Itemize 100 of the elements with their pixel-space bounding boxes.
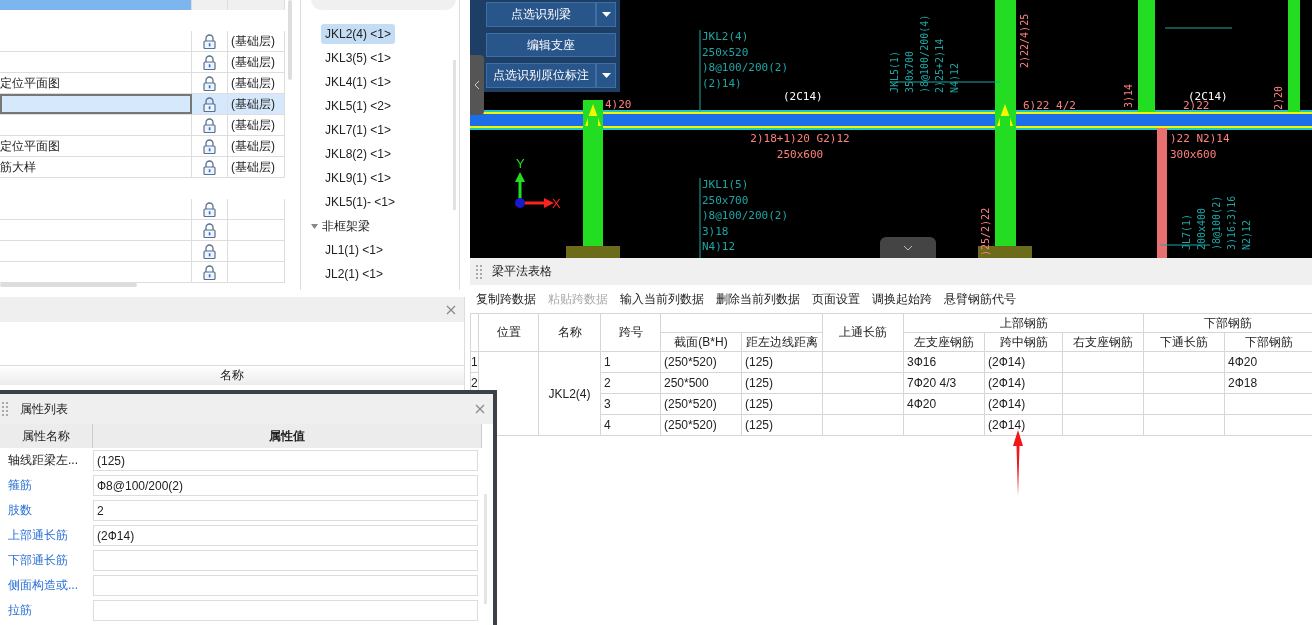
column-header: 位置 [478, 313, 539, 352]
beam-annotation: JKL2(4) 250x520 )8@100/200(2) (2)14) [702, 30, 789, 90]
lock-icon[interactable] [203, 117, 216, 133]
floor-label: (基础层) [231, 116, 275, 134]
table-row[interactable]: 筋大样 (基础层) [0, 157, 285, 178]
grip-icon[interactable] [476, 264, 482, 279]
table-row[interactable]: (基础层) [0, 52, 285, 73]
property-link[interactable]: 箍筋 [0, 477, 93, 494]
tool-button[interactable]: 点选识别梁 [486, 2, 596, 27]
tree-item[interactable]: JKL9(1) <1> [321, 168, 396, 188]
scrollbar[interactable] [0, 283, 137, 287]
tree-item[interactable]: JKL8(2) <1> [321, 144, 396, 164]
axis-icon [515, 172, 554, 208]
tool-button[interactable]: 点选识别原位标注 [486, 63, 596, 88]
toolbar-button[interactable]: 页面设置 [812, 290, 860, 308]
panel-title: 梁平法表格 [492, 263, 552, 280]
table-cell: (2Ф14) [984, 414, 1063, 436]
tool-button[interactable]: 编辑支座 [486, 32, 616, 58]
table-cell: (125) [741, 372, 823, 394]
toolbar-button[interactable]: 悬臂钢筋代号 [944, 290, 1016, 308]
tree-item[interactable]: JKL5(1)- <1> [321, 192, 400, 212]
toolbar-button[interactable]: 输入当前列数据 [620, 290, 704, 308]
lock-icon[interactable] [203, 54, 216, 70]
tree-item[interactable]: JKL2(4) <1> [321, 24, 396, 44]
lock-icon[interactable] [203, 75, 216, 91]
table-cell: (2Ф14) [984, 372, 1063, 394]
table-row[interactable]: 定位平面图 (基础层) [0, 73, 285, 94]
value-field[interactable] [93, 550, 478, 571]
beam-annotation: )22 N2)14 300x600 [1170, 132, 1230, 161]
table-cell: (125) [741, 393, 823, 415]
column-group-header: 上部钢筋 [903, 313, 1144, 333]
tree-item[interactable]: JKL5(1) <2> [321, 96, 396, 116]
lock-icon[interactable] [203, 222, 216, 238]
table-cell: 4Ф20 [903, 393, 985, 415]
axis-label: X [552, 196, 561, 211]
lock-icon[interactable] [203, 96, 216, 112]
value-field[interactable] [93, 600, 478, 621]
tree-group[interactable]: 非框架梁 [307, 214, 374, 238]
property-link[interactable]: 上部通长筋 [0, 527, 93, 544]
expand-icon[interactable] [311, 223, 318, 229]
property-link[interactable]: 下部通长筋 [0, 552, 93, 569]
row-header [470, 313, 479, 352]
axis-label: Y [516, 156, 525, 171]
table-row[interactable]: 定位平面图 (基础层) [0, 136, 285, 157]
caret-icon [601, 11, 611, 17]
table-cell: (250*520) [660, 351, 742, 373]
floor-label: (基础层) [231, 74, 275, 92]
table-row[interactable]: (基础层) [0, 31, 285, 52]
table-row[interactable]: (基础层) [0, 115, 285, 136]
value-field[interactable]: (125) [93, 450, 478, 471]
lock-icon[interactable] [203, 243, 216, 259]
table-cell: 250*500 [660, 372, 742, 394]
beam-annotation: 3)14 [1123, 83, 1134, 108]
value-field[interactable]: 2 [93, 500, 478, 521]
drawing-name: 定位平面图 [0, 137, 60, 155]
column-header: 属性值 [93, 424, 482, 448]
property-link[interactable]: 侧面构造或... [0, 577, 93, 594]
lock-icon[interactable] [203, 138, 216, 154]
tree-item[interactable]: JKL4(1) <1> [321, 72, 396, 92]
close-icon[interactable] [446, 304, 456, 315]
table-cell: JKL2(4) [538, 351, 601, 436]
beam-annotation: )25/2)22 [980, 207, 991, 256]
beam-annotation: JL7(1) 200x400 )8@100(2) 3)16;3)16 N2)12 [1181, 195, 1252, 250]
toolbar-button[interactable]: 复制跨数据 [476, 290, 536, 308]
table-cell: 3Ф16 [903, 351, 985, 373]
beam-annotation: (2C14) [1188, 90, 1228, 103]
property-link[interactable]: 拉筋 [0, 602, 93, 619]
table-cell: 3 [600, 393, 661, 415]
table-cell: (250*520) [660, 414, 742, 436]
value-field[interactable] [93, 575, 478, 596]
lock-icon[interactable] [203, 33, 216, 49]
column-header: 跨号 [600, 313, 661, 352]
column-group-header: 下部钢筋 [1143, 313, 1312, 333]
lock-icon[interactable] [203, 264, 216, 280]
tree-item[interactable]: JKL7(1) <1> [321, 120, 396, 140]
toolbar-button[interactable]: 删除当前列数据 [716, 290, 800, 308]
value-field[interactable]: Ф8@100/200(2) [93, 475, 478, 496]
toolbar-button[interactable]: 调换起始跨 [872, 290, 932, 308]
tree-item[interactable]: JKL3(5) <1> [321, 48, 396, 68]
column-header: 上通长筋 [822, 313, 904, 352]
table-cell: 2 [600, 372, 661, 394]
property-link[interactable]: 肢数 [0, 502, 93, 519]
dropdown-button[interactable] [596, 2, 616, 27]
floor-label: (基础层) [231, 137, 275, 155]
lock-icon[interactable] [203, 159, 216, 175]
lock-icon[interactable] [203, 201, 216, 217]
group-label: 非框架梁 [322, 217, 370, 235]
close-icon[interactable] [475, 404, 485, 414]
scrollbar[interactable] [288, 0, 292, 80]
column-header: 名称 [0, 365, 464, 385]
value-field[interactable]: (2Ф14) [93, 525, 478, 546]
table-row[interactable]: (基础层) [0, 94, 285, 115]
grip-icon[interactable] [2, 402, 8, 416]
dropdown-button[interactable] [596, 63, 616, 88]
tree-item[interactable]: JL1(1) <1> [321, 240, 388, 260]
beam-annotation: 4)20 [605, 98, 632, 111]
floor-label: (基础层) [231, 53, 275, 71]
tree-item[interactable]: JL2(1) <1> [321, 264, 388, 284]
panel-title: 属性列表 [20, 400, 68, 418]
row-number: 1 [470, 351, 479, 373]
